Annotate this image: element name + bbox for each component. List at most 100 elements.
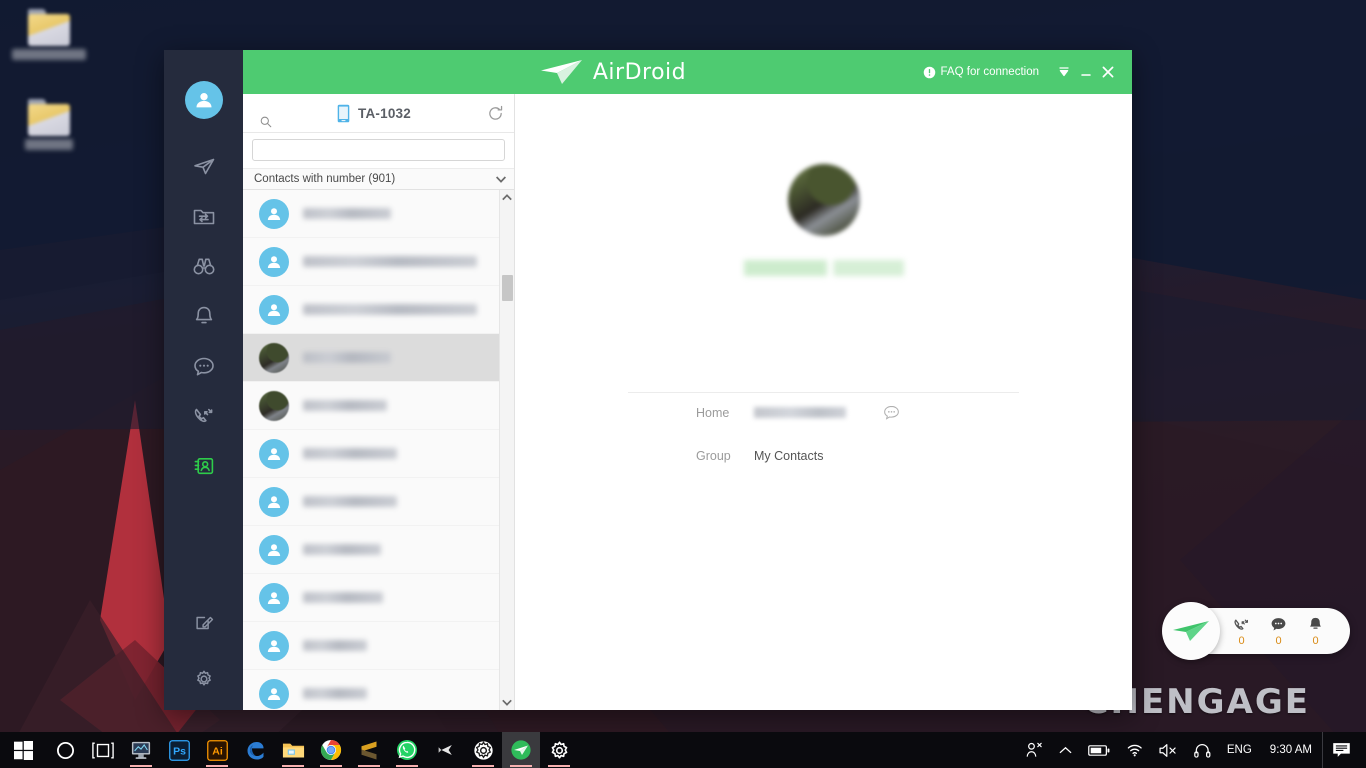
contact-name-label — [303, 400, 387, 411]
taskbar-app-settings-app[interactable] — [464, 732, 502, 768]
float-counter-value: 0 — [1275, 635, 1282, 647]
float-counter-calls[interactable]: 0 — [1232, 615, 1251, 647]
contact-list-item[interactable] — [243, 430, 514, 478]
taskbar-app-edge[interactable] — [236, 732, 274, 768]
device-bar: TA-1032 — [243, 94, 514, 133]
task-view-icon — [92, 741, 114, 759]
cortana-search-button[interactable] — [46, 732, 84, 768]
contact-list-item[interactable] — [243, 286, 514, 334]
contact-list-item[interactable] — [243, 670, 514, 710]
contacts-panel: TA-1032 Contacts with number (901) — [243, 50, 515, 710]
sidebar-item-call-logs[interactable] — [180, 391, 228, 441]
contact-list-item[interactable] — [243, 478, 514, 526]
task-view-button[interactable] — [84, 732, 122, 768]
chat-bubble-icon — [1271, 618, 1286, 631]
contact-list-item[interactable] — [243, 334, 514, 382]
group-filter-dropdown[interactable]: Contacts with number (901) — [243, 168, 514, 190]
contact-name-label — [303, 208, 391, 219]
circle-icon — [56, 741, 74, 759]
sidebar-item-contacts[interactable] — [180, 441, 228, 491]
svg-text:Ai: Ai — [212, 745, 223, 757]
taskbar-app-sublime-text[interactable] — [350, 732, 388, 768]
volume-muted-icon — [1159, 743, 1176, 757]
folder-icon — [28, 8, 70, 46]
close-icon — [1102, 66, 1114, 78]
tray-volume-icon[interactable] — [1151, 732, 1186, 768]
taskbar-app-control-panel[interactable] — [540, 732, 578, 768]
contact-list-item[interactable] — [243, 238, 514, 286]
sidebar-item-mirror[interactable] — [180, 241, 228, 291]
tray-people-icon[interactable] — [1018, 732, 1051, 768]
user-avatar-icon[interactable] — [184, 81, 223, 119]
contact-default-avatar — [259, 198, 289, 229]
scroll-down-arrow[interactable] — [500, 695, 514, 710]
tray-language[interactable]: ENG — [1219, 732, 1260, 768]
sidebar-item-transfer[interactable] — [180, 141, 228, 191]
contact-name-label — [303, 352, 391, 363]
search-input[interactable] — [252, 139, 505, 161]
sidebar-item-messages[interactable] — [180, 341, 228, 391]
taskbar-app-chrome[interactable] — [312, 732, 350, 768]
close-button[interactable] — [1097, 59, 1119, 85]
contact-name-label — [303, 496, 397, 507]
float-counter-notifications[interactable]: 0 — [1306, 615, 1325, 647]
info-icon — [923, 66, 935, 78]
start-button[interactable] — [0, 732, 46, 768]
contact-list-scrollbar[interactable] — [499, 190, 514, 710]
contact-default-avatar — [259, 294, 289, 325]
search-wrapper — [243, 133, 514, 168]
battery-icon — [1088, 744, 1110, 756]
edge-icon — [247, 742, 264, 760]
contact-list[interactable] — [243, 190, 514, 710]
sidebar-item-notifications[interactable] — [180, 291, 228, 341]
airdroid-float-logo[interactable] — [1162, 602, 1220, 660]
contact-default-avatar — [259, 630, 289, 661]
faq-link[interactable]: FAQ for connection — [923, 66, 1039, 79]
sidebar-item-settings[interactable] — [180, 654, 228, 704]
scrollbar-thumb[interactable] — [502, 275, 513, 301]
contact-list-item[interactable] — [243, 382, 514, 430]
taskbar-app-whatsapp[interactable] — [388, 732, 426, 768]
tray-show-hidden-icons[interactable] — [1051, 732, 1080, 768]
contact-name-label — [303, 256, 477, 267]
contact-list-item[interactable] — [243, 190, 514, 238]
airdroid-arrow-icon — [511, 740, 531, 760]
refresh-icon[interactable] — [487, 105, 504, 122]
contact-list-item[interactable] — [243, 526, 514, 574]
contact-detail-pane: Home Group My Contacts — [515, 50, 1132, 710]
airdroid-float-widget[interactable]: 0 0 0 — [1162, 602, 1350, 660]
action-center-button[interactable] — [1322, 732, 1362, 768]
sidebar-item-files[interactable] — [180, 191, 228, 241]
desktop-icon[interactable] — [12, 8, 86, 60]
gear-icon — [551, 740, 567, 759]
window-controls: FAQ for connection — [923, 50, 1132, 94]
desktop-icon-label — [25, 139, 73, 150]
float-counter-messages[interactable]: 0 — [1269, 615, 1288, 647]
folder-icon — [282, 743, 304, 758]
airdroid-window: TA-1032 Contacts with number (901) Home … — [164, 50, 1132, 710]
message-bubble-icon[interactable] — [882, 403, 901, 422]
contact-default-avatar — [259, 438, 289, 469]
tray-headphones-icon[interactable] — [1186, 732, 1219, 768]
sidebar-item-feedback[interactable] — [180, 598, 228, 648]
contact-list-item[interactable] — [243, 574, 514, 622]
taskbar-app-unity[interactable] — [426, 732, 464, 768]
tray-battery-icon[interactable] — [1080, 732, 1118, 768]
taskbar-app-monitor[interactable] — [122, 732, 160, 768]
taskbar-app-airdroid[interactable] — [502, 732, 540, 768]
contact-name-label — [303, 544, 381, 555]
tray-clock[interactable]: 9:30 AM — [1260, 732, 1322, 768]
desktop-icon[interactable] — [12, 98, 86, 150]
contact-list-item[interactable] — [243, 622, 514, 670]
scroll-up-arrow[interactable] — [500, 190, 514, 205]
minimize-button[interactable] — [1075, 59, 1097, 85]
collapse-to-tray-button[interactable] — [1053, 59, 1075, 85]
device-info[interactable]: TA-1032 — [243, 104, 487, 123]
taskbar-app-illustrator[interactable]: Ai — [198, 732, 236, 768]
gear-icon — [473, 740, 493, 760]
tray-wifi-icon[interactable] — [1118, 732, 1151, 768]
taskbar-app-file-explorer[interactable] — [274, 732, 312, 768]
taskbar-app-photoshop[interactable]: Ps — [160, 732, 198, 768]
desktop: CHENGAGE TA-1032 Contacts with number (9… — [0, 0, 1366, 768]
ps-icon: Ps — [168, 739, 190, 761]
